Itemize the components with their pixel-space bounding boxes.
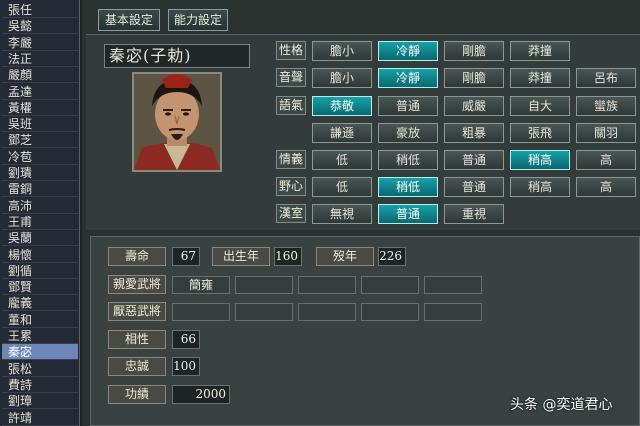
attribute-option-button[interactable]: 膽小 <box>312 41 372 61</box>
liked-officer-slot[interactable] <box>235 276 293 294</box>
attribute-option-button[interactable]: 普通 <box>378 204 438 224</box>
officer-list-item[interactable]: 許靖 <box>2 410 78 426</box>
officer-list-item[interactable]: 張任 <box>2 2 78 18</box>
attribute-label: 性格 <box>276 41 306 60</box>
officer-list-item[interactable]: 劉璋 <box>2 393 78 410</box>
death-year-value[interactable]: 226 <box>378 247 406 266</box>
liked-officer-slot[interactable] <box>298 276 356 294</box>
attribute-label: 野心 <box>276 177 306 196</box>
merit-label: 功績 <box>108 385 166 404</box>
officer-list-item[interactable]: 王累 <box>2 328 78 344</box>
officer-list-item[interactable]: 黃權 <box>2 100 78 116</box>
attribute-option-button[interactable]: 普通 <box>444 150 504 170</box>
officer-list-item[interactable]: 法正 <box>2 51 78 67</box>
officer-list-item[interactable]: 孟達 <box>2 84 78 100</box>
liked-officer-slot[interactable]: 簡雍 <box>172 276 230 294</box>
officer-list-item[interactable]: 高沛 <box>2 198 78 214</box>
attribute-option-button[interactable]: 剛膽 <box>444 68 504 88</box>
attribute-option-button[interactable]: 高 <box>576 150 636 170</box>
attribute-option-button[interactable]: 低 <box>312 150 372 170</box>
officer-name: 秦宓(子勅) <box>104 44 250 68</box>
attribute-option-button[interactable]: 莽撞 <box>510 68 570 88</box>
officer-list-item[interactable]: 王甫 <box>2 214 78 230</box>
compatibility-value[interactable]: 66 <box>172 330 200 349</box>
disliked-officer-slot[interactable] <box>172 303 230 321</box>
loyalty-label: 忠誠 <box>108 357 166 376</box>
attribute-option-button[interactable]: 冷靜 <box>378 68 438 88</box>
officer-list-item[interactable]: 嚴顏 <box>2 67 78 84</box>
officer-list-item[interactable]: 吳蘭 <box>2 230 78 247</box>
attribute-label: 語氣 <box>276 96 306 115</box>
officer-list-item[interactable]: 吳班 <box>2 116 78 133</box>
officer-list-item[interactable]: 雷銅 <box>2 181 78 198</box>
liked-officer-slot[interactable] <box>424 276 482 294</box>
attribute-option-button[interactable]: 關羽 <box>576 123 636 143</box>
attribute-option-button[interactable]: 豪放 <box>378 123 438 143</box>
merit-value[interactable]: 2000 <box>172 385 230 404</box>
attribute-option-button[interactable]: 稍低 <box>378 177 438 197</box>
loyalty-value[interactable]: 100 <box>172 357 200 376</box>
attribute-option-button[interactable]: 張飛 <box>510 123 570 143</box>
officer-list-item[interactable]: 劉循 <box>2 263 78 279</box>
birth-year-value[interactable]: 160 <box>274 247 302 266</box>
disliked-officer-slot[interactable] <box>235 303 293 321</box>
disliked-officer-slot[interactable] <box>424 303 482 321</box>
officer-list-item[interactable]: 冷苞 <box>2 149 78 165</box>
disliked-officers-label: 厭惡武將 <box>108 302 166 321</box>
officer-list-item[interactable]: 董和 <box>2 312 78 328</box>
attribute-option-button[interactable]: 無視 <box>312 204 372 224</box>
attribute-option-button[interactable]: 謙遜 <box>312 123 372 143</box>
disliked-officer-slot[interactable] <box>361 303 419 321</box>
officer-portrait <box>132 72 222 172</box>
attribute-option-button[interactable]: 低 <box>312 177 372 197</box>
officer-list-item[interactable]: 費詩 <box>2 377 78 393</box>
death-year-label: 歿年 <box>316 247 374 266</box>
attribute-option-button[interactable]: 高 <box>576 177 636 197</box>
officer-list-item[interactable]: 鄧賢 <box>2 279 78 296</box>
attribute-option-button[interactable]: 冷靜 <box>378 41 438 61</box>
attribute-option-button[interactable]: 恭敬 <box>312 96 372 116</box>
officer-list-item[interactable]: 李嚴 <box>2 35 78 51</box>
officer-list-item[interactable]: 楊懷 <box>2 247 78 263</box>
lifespan-label: 壽命 <box>108 247 166 266</box>
attribute-option-button[interactable]: 蠻族 <box>576 96 636 116</box>
attribute-label: 情義 <box>276 150 306 169</box>
attribute-option-button[interactable]: 粗暴 <box>444 123 504 143</box>
tab-ability-settings[interactable]: 能力設定 <box>168 9 228 31</box>
officer-list-item[interactable]: 龐義 <box>2 295 78 312</box>
officer-list-item[interactable]: 鄧芝 <box>2 132 78 149</box>
attribute-option-button[interactable]: 稍高 <box>510 177 570 197</box>
attribute-option-button[interactable]: 重視 <box>444 204 504 224</box>
attribute-option-button[interactable]: 普通 <box>378 96 438 116</box>
attribute-option-button[interactable]: 呂布 <box>576 68 636 88</box>
officer-list-item[interactable]: 劉璝 <box>2 165 78 181</box>
officer-list-item[interactable]: 秦宓 <box>2 344 78 361</box>
attribute-option-button[interactable]: 剛膽 <box>444 41 504 61</box>
officer-list-item[interactable]: 吳懿 <box>2 18 78 35</box>
officer-list[interactable]: 張任 吳懿 李嚴 法正 嚴顏 孟達 黃權 吳班 鄧芝 冷苞 劉璝 雷銅 高沛 王甫 吳蘭 楊懷 劉循 鄧賢 龐義 董和… <box>0 0 80 426</box>
liked-officer-slot[interactable] <box>361 276 419 294</box>
lifespan-value[interactable]: 67 <box>172 247 200 266</box>
attribute-option-button[interactable]: 膽小 <box>312 68 372 88</box>
attribute-option-button[interactable]: 威嚴 <box>444 96 504 116</box>
disliked-officer-slot[interactable] <box>298 303 356 321</box>
attribute-option-button[interactable]: 稍高 <box>510 150 570 170</box>
attribute-label: 漢室 <box>276 204 306 223</box>
liked-officers-label: 親愛武將 <box>108 275 166 294</box>
attribute-label: 音聲 <box>276 68 306 87</box>
tab-basic-settings[interactable]: 基本設定 <box>98 9 160 31</box>
birth-year-label: 出生年 <box>212 247 270 266</box>
watermark: 头条 @奕道君心 <box>510 397 613 413</box>
attribute-option-button[interactable]: 普通 <box>444 177 504 197</box>
compatibility-label: 相性 <box>108 330 166 349</box>
officer-list-item[interactable]: 張松 <box>2 361 78 377</box>
attribute-option-button[interactable]: 自大 <box>510 96 570 116</box>
attribute-option-button[interactable]: 稍低 <box>378 150 438 170</box>
attribute-option-button[interactable]: 莽撞 <box>510 41 570 61</box>
